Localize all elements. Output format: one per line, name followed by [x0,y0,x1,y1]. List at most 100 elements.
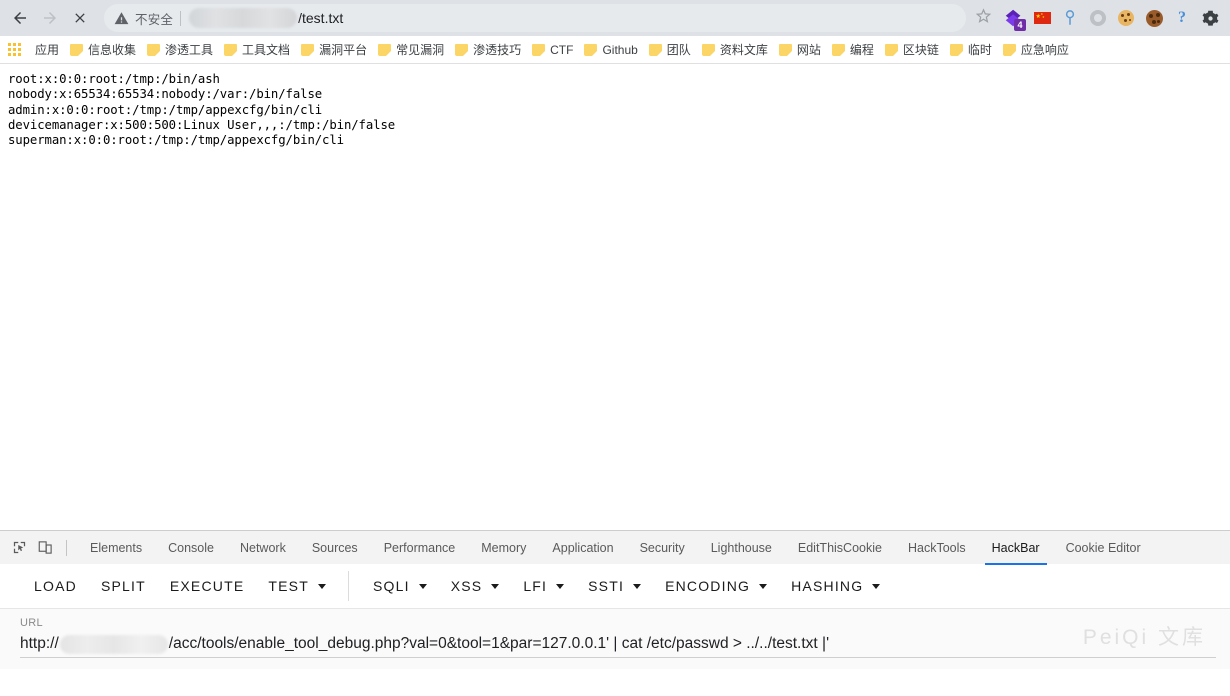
devtools-tab-hacktools[interactable]: HackTools [895,531,979,565]
bookmark-item[interactable]: 临时 [946,42,999,58]
bookmark-item[interactable]: 信息收集 [66,42,143,58]
folder-icon [778,43,792,56]
bookmark-star-button[interactable] [970,5,996,31]
folder-icon [378,43,392,56]
devtools-tab-sources[interactable]: Sources [299,531,371,565]
bookmark-label: 应用 [35,42,60,57]
bookmark-item[interactable]: 漏洞平台 [297,42,374,58]
chevron-down-icon [872,583,881,589]
inspect-cursor-icon[interactable] [6,535,32,561]
hackbar-button-label: HASHING [791,578,864,594]
hackbar-button-label: XSS [450,578,483,594]
devtools-tab-performance[interactable]: Performance [371,531,469,565]
hackbar-separator [347,571,349,601]
hackbar-test-button[interactable]: TEST [256,570,338,602]
hackbar-button-label: SSTI [588,578,625,594]
bookmark-item[interactable]: 资料文库 [698,42,775,58]
devtools-tab-network[interactable]: Network [227,531,299,565]
bookmark-label: 团队 [666,42,691,57]
hackbar-load-button[interactable]: LOAD [22,570,89,602]
bookmark-item[interactable]: 常见漏洞 [374,42,451,58]
hackbar-button-label: LOAD [34,578,77,594]
page-content: root:x:0:0:root:/tmp:/bin/ash nobody:x:65… [0,64,1230,530]
dark-cookie-extension-icon[interactable] [1140,4,1168,32]
browser-toolbar: 不安全 /test.txt 4 ★ ★ ★ ? [0,0,1230,36]
devtools-tab-elements[interactable]: Elements [77,531,155,565]
bookmark-item[interactable]: 渗透技巧 [451,42,528,58]
address-bar-path: /test.txt [298,10,344,26]
bookmark-item[interactable]: 编程 [828,42,881,58]
hackbar-ssti-button[interactable]: SSTI [576,570,653,602]
devtools-divider [66,539,67,556]
bookmark-item[interactable]: 网站 [775,42,828,58]
devtools-tab-application[interactable]: Application [539,531,626,565]
bookmark-item[interactable]: Github [580,42,644,58]
folder-icon [147,43,161,56]
url-input-underline [20,657,1216,658]
address-bar[interactable]: 不安全 /test.txt [104,4,966,32]
hackbar-button-label: SPLIT [100,578,146,594]
folder-icon [701,43,715,56]
device-toolbar-icon[interactable] [32,535,58,561]
hackbar-payload-group: SQLI XSS LFI SSTI ENCODING HASHING [361,570,892,602]
bookmark-item[interactable]: 工具文档 [220,42,297,58]
hackbar-execute-button[interactable]: EXECUTE [158,570,257,602]
blue-pin-extension-icon[interactable] [1056,4,1084,32]
stop-button[interactable] [66,4,94,32]
url-value: /acc/tools/enable_tool_debug.php?val=0&t… [168,635,830,652]
folder-icon [648,43,662,56]
hackbar-xss-button[interactable]: XSS [439,570,512,602]
bookmark-item[interactable]: 渗透工具 [143,42,220,58]
bookmark-item[interactable]: 团队 [645,42,698,58]
apps-grid-icon[interactable] [8,43,21,56]
hackbar-button-label: SQLI [372,578,410,594]
devtools-tab-cookie-editor[interactable]: Cookie Editor [1053,531,1154,565]
purple-diamond-extension-icon[interactable]: 4 [1000,4,1028,32]
devtools-tab-console[interactable]: Console [155,531,227,565]
url-input[interactable]: http:// /acc/tools/enable_tool_debug.php… [20,632,1210,656]
passwd-line: admin:x:0:0:root:/tmp:/tmp/appexcfg/bin/… [8,102,323,117]
devtools-tab-lighthouse[interactable]: Lighthouse [698,531,785,565]
bookmark-label: 资料文库 [719,42,768,57]
question-mark-extension-icon[interactable]: ? [1168,4,1196,32]
extension-badge-count: 4 [1014,19,1026,31]
back-button[interactable] [6,4,34,32]
light-cookie-extension-icon[interactable] [1112,4,1140,32]
folder-icon [70,43,84,56]
forward-button[interactable] [36,4,64,32]
devtools-tab-memory[interactable]: Memory [468,531,539,565]
hackbar-sqli-button[interactable]: SQLI [361,570,439,602]
bookmark-item[interactable]: 区块链 [881,42,946,58]
passwd-line: nobody:x:65534:65534:nobody:/var:/bin/fa… [8,87,323,102]
bookmark-folder-list: 信息收集 渗透工具 工具文档 漏洞平台 常见漏洞 渗透技巧 CTF Github 团队 资料文库 网… [66,42,1076,58]
chevron-down-icon [759,583,768,589]
bookmark-label: 工具文档 [242,42,291,57]
redacted-host [189,8,298,28]
hackbar-split-button[interactable]: SPLIT [89,570,158,602]
hackbar-encoding-button[interactable]: ENCODING [653,570,779,602]
folder-icon [532,43,546,56]
devtools-tab-editthiscookie[interactable]: EditThisCookie [785,531,895,565]
redacted-host [59,634,168,654]
security-status-label: 不安全 [135,12,174,27]
bookmark-label: 渗透工具 [165,42,214,57]
bookmark-item[interactable]: CTF [528,42,580,58]
gear-extension-icon[interactable] [1196,4,1224,32]
bookmark-apps[interactable]: 应用 [31,42,66,58]
devtools-tab-hackbar[interactable]: HackBar [979,531,1053,565]
hackbar-button-label: LFI [523,578,548,594]
etc-passwd-output: root:x:0:0:root:/tmp:/bin/ash nobody:x:65… [8,72,1222,148]
bookmark-label: 常见漏洞 [396,42,445,57]
watermark: PeiQi 文库 [1082,626,1206,649]
devtools-tab-security[interactable]: Security [627,531,698,565]
bookmark-item[interactable]: 应急响应 [999,42,1076,58]
folder-icon [455,43,469,56]
hackbar-lfi-button[interactable]: LFI [511,570,576,602]
gray-ring-extension-icon[interactable] [1084,4,1112,32]
bookmark-label: 编程 [849,42,874,57]
china-flag-extension-icon[interactable]: ★ ★ ★ [1028,4,1056,32]
passwd-line: superman:x:0:0:root:/tmp:/tmp/appexcfg/b… [8,133,344,148]
chevron-down-icon [491,583,500,589]
devtools-tabs: Elements Console Network Sources Performance… [77,531,1154,565]
hackbar-hashing-button[interactable]: HASHING [779,570,892,602]
